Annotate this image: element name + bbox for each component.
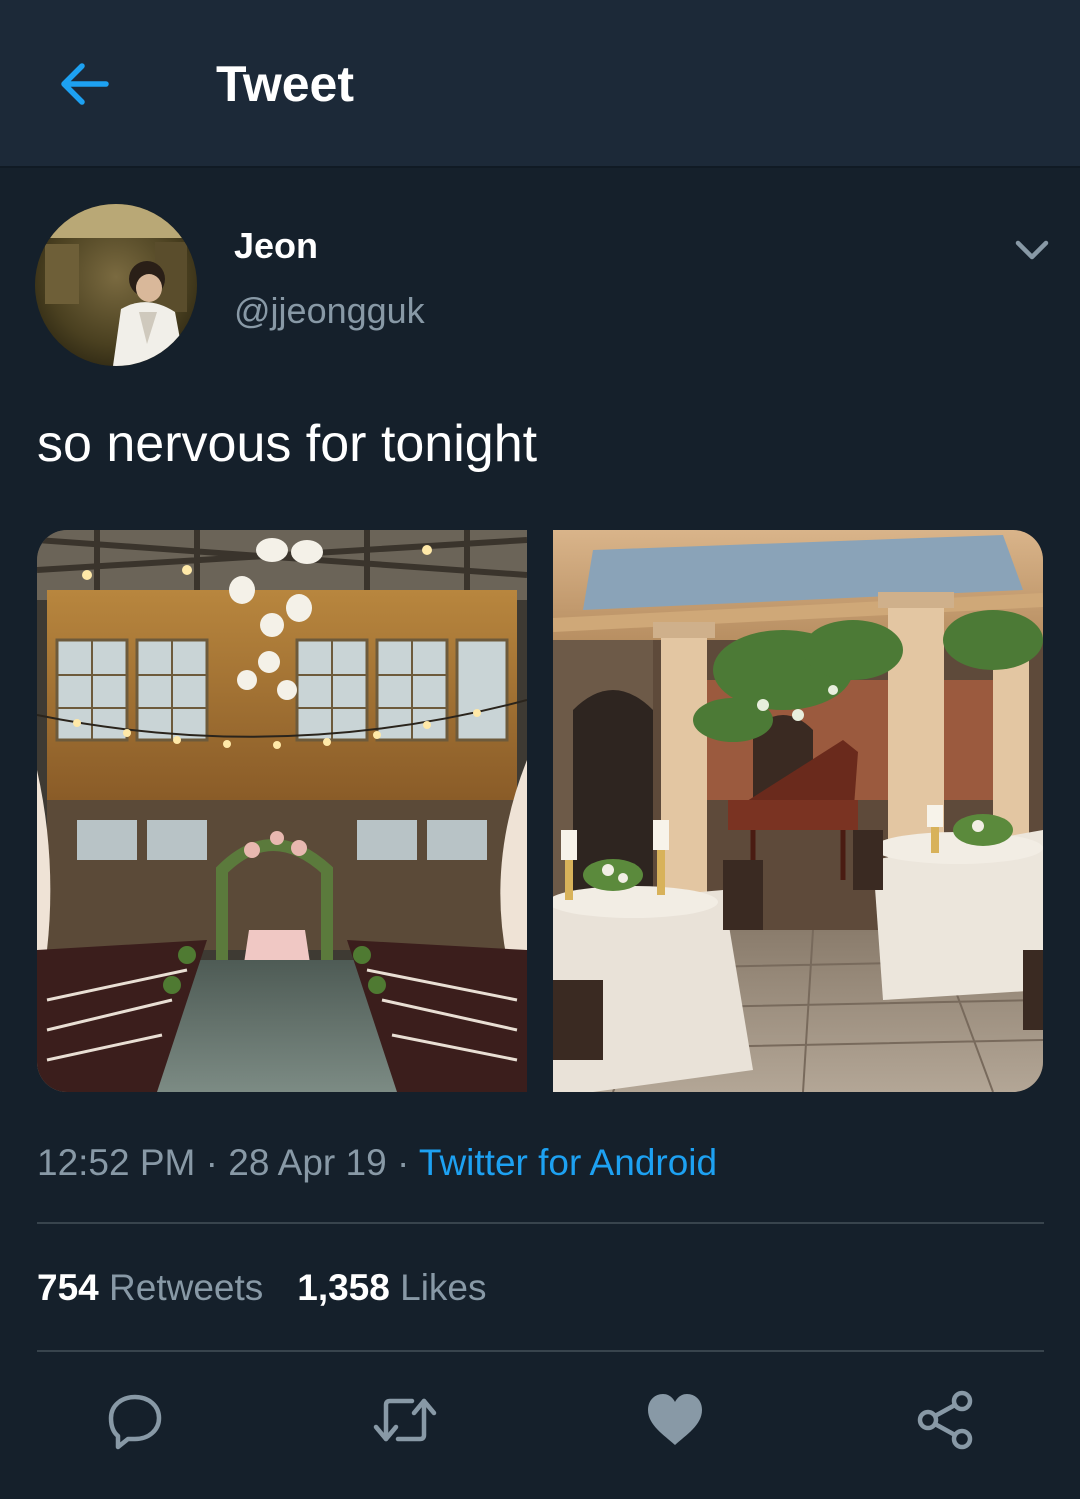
retweet-button[interactable] [365,1380,445,1460]
meta-separator: · [396,1142,410,1183]
retweets-stat[interactable]: 754 Retweets [37,1267,263,1308]
likes-stat[interactable]: 1,358 Likes [297,1267,486,1308]
tweet-source-link[interactable]: Twitter for Android [419,1142,717,1183]
display-name[interactable]: Jeon [234,224,318,268]
divider [37,1350,1044,1352]
arrow-left-icon [61,63,109,105]
page-title: Tweet [216,56,354,112]
avatar[interactable] [35,204,197,366]
like-button[interactable] [635,1380,715,1460]
chevron-down-icon [1015,240,1049,260]
tweet-photo-1[interactable] [37,530,527,1092]
tweet-stats: 754 Retweets 1,358 Likes [37,1262,487,1314]
likes-label: Likes [400,1267,487,1308]
retweets-count: 754 [37,1267,99,1308]
tweet-text: so nervous for tonight [37,415,538,473]
tweet-time: 12:52 PM [37,1142,196,1183]
divider [37,1222,1044,1224]
user-handle[interactable]: @jjeongguk [234,289,425,333]
tweet-photo-2[interactable] [553,530,1043,1092]
top-app-bar: Tweet [0,0,1080,168]
heart-icon [648,1394,702,1445]
tweet-metadata: 12:52 PM · 28 Apr 19 · Twitter for Andro… [37,1138,717,1188]
reply-icon [108,1394,162,1450]
retweets-label: Retweets [109,1267,264,1308]
meta-separator: · [205,1142,218,1183]
share-icon [917,1390,973,1450]
likes-count: 1,358 [297,1267,390,1308]
tweet-action-bar [0,1380,1080,1460]
more-options-button[interactable] [1000,222,1064,278]
tweet-date: 28 Apr 19 [228,1142,387,1183]
back-button[interactable] [44,44,124,124]
retweet-icon [373,1398,437,1442]
reply-button[interactable] [95,1380,175,1460]
share-button[interactable] [905,1380,985,1460]
